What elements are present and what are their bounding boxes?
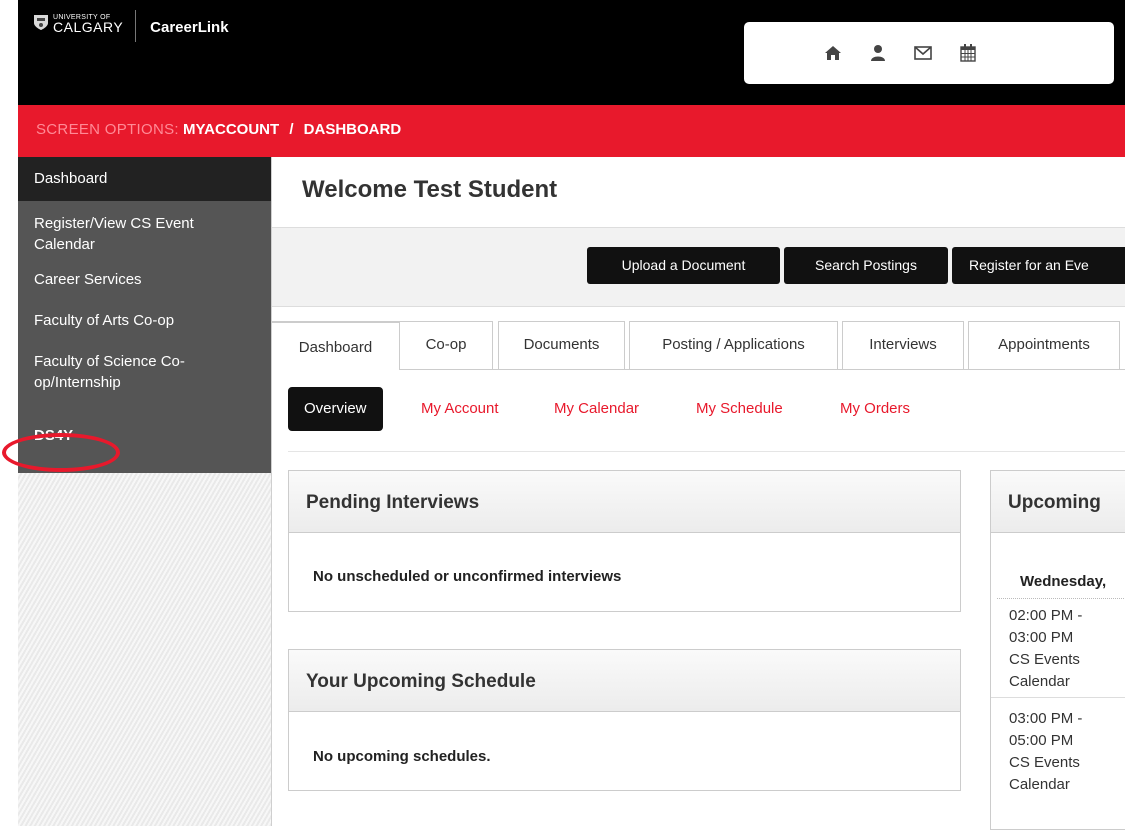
sidebar-item-cs-event-calendar[interactable]: Register/View CS Event Calendar bbox=[18, 201, 258, 265]
screen-options-link[interactable]: SCREEN OPTIONS: bbox=[36, 121, 179, 138]
panel-title: Upcoming bbox=[991, 471, 1125, 533]
panel-title: Pending Interviews bbox=[289, 471, 960, 533]
panel-title: Your Upcoming Schedule bbox=[289, 650, 960, 712]
user-icon[interactable] bbox=[855, 41, 900, 65]
sidebar-item-label: Register/View CS Event Calendar bbox=[34, 215, 194, 253]
sidebar-item-label: Faculty of Arts Co-op bbox=[34, 312, 175, 329]
subnav-my-orders[interactable]: My Orders bbox=[840, 387, 910, 431]
pending-interviews-panel: Pending Interviews No unscheduled or unc… bbox=[288, 470, 961, 612]
subnav-my-calendar[interactable]: My Calendar bbox=[554, 387, 639, 431]
sidebar-item-label: Dashboard bbox=[34, 170, 108, 187]
upcoming-schedule-panel: Your Upcoming Schedule No upcoming sched… bbox=[288, 649, 961, 791]
tab-dashboard[interactable]: Dashboard bbox=[272, 321, 400, 370]
breadcrumb-myaccount[interactable]: MYACCOUNT bbox=[183, 121, 279, 138]
breadcrumb-separator: / bbox=[289, 121, 294, 138]
event-item[interactable]: 03:00 PM - 05:00 PM CS Events Calendar bbox=[991, 698, 1125, 796]
event-end: 05:00 PM bbox=[1009, 732, 1074, 749]
breadcrumb: SCREEN OPTIONS: MYACCOUNT / DASHBOARD bbox=[36, 121, 401, 138]
event-end: 03:00 PM bbox=[1009, 629, 1074, 646]
event-calendar: Calendar bbox=[1009, 673, 1070, 690]
tab-interviews[interactable]: Interviews bbox=[842, 321, 964, 369]
quick-icon-bar bbox=[744, 22, 1114, 84]
sidebar-item-label: Faculty of Science Co-op/Internship bbox=[34, 353, 185, 391]
main-tabs: Dashboard Co-op Documents Posting / Appl… bbox=[272, 321, 1125, 370]
panel-message: No unscheduled or unconfirmed interviews bbox=[313, 568, 622, 585]
breadcrumb-dashboard: DASHBOARD bbox=[303, 121, 402, 138]
tab-posting-applications[interactable]: Posting / Applications bbox=[629, 321, 838, 369]
tab-documents[interactable]: Documents bbox=[498, 321, 625, 369]
event-item[interactable]: 02:00 PM - 03:00 PM CS Events Calendar bbox=[991, 599, 1125, 698]
app-name: CareerLink bbox=[150, 19, 229, 36]
action-bar: Upload a Document Search Postings Regist… bbox=[272, 227, 1125, 307]
shield-icon bbox=[34, 15, 48, 30]
university-logo[interactable]: UNIVERSITY OF CALGARY CareerLink bbox=[33, 10, 229, 42]
logo-divider bbox=[135, 10, 137, 42]
sidebar-item-ds4y[interactable]: DS4Y bbox=[18, 417, 271, 457]
calendar-icon[interactable] bbox=[945, 41, 990, 65]
page-title: Welcome Test Student bbox=[302, 176, 558, 203]
event-start: 03:00 PM - bbox=[1009, 710, 1083, 727]
tab-appointments[interactable]: Appointments bbox=[968, 321, 1120, 369]
sidebar-item-arts-coop[interactable]: Faculty of Arts Co-op bbox=[18, 306, 271, 345]
event-date: Wednesday, bbox=[1020, 573, 1107, 590]
sidebar-item-label: Career Services bbox=[34, 271, 142, 288]
breadcrumb-bar: SCREEN OPTIONS: MYACCOUNT / DASHBOARD bbox=[18, 105, 1125, 157]
subnav-my-schedule[interactable]: My Schedule bbox=[696, 387, 783, 431]
top-header: UNIVERSITY OF CALGARY CareerLink bbox=[18, 0, 1125, 105]
subnav-overview[interactable]: Overview bbox=[288, 387, 383, 431]
sidebar-item-career-services[interactable]: Career Services bbox=[18, 265, 271, 306]
sidebar-item-label: DS4Y bbox=[34, 427, 74, 444]
register-event-button[interactable]: Register for an Eve bbox=[952, 247, 1125, 284]
sidebar-nav: Dashboard Register/View CS Event Calenda… bbox=[18, 157, 271, 473]
subnav-my-account[interactable]: My Account bbox=[421, 387, 499, 431]
event-calendar: CS Events bbox=[1009, 651, 1080, 668]
mail-icon[interactable] bbox=[900, 41, 945, 65]
event-calendar: Calendar bbox=[1009, 776, 1070, 793]
search-postings-button[interactable]: Search Postings bbox=[784, 247, 948, 284]
university-name: CALGARY bbox=[53, 19, 124, 35]
sidebar-item-dashboard[interactable]: Dashboard bbox=[18, 157, 271, 201]
panel-message: No upcoming schedules. bbox=[313, 748, 491, 765]
home-icon[interactable] bbox=[810, 41, 855, 65]
upload-document-button[interactable]: Upload a Document bbox=[587, 247, 780, 284]
subnav-divider bbox=[288, 451, 1125, 452]
upcoming-events-panel: Upcoming Wednesday, 02:00 PM - 03:00 PM … bbox=[990, 470, 1125, 830]
sidebar-item-science-coop[interactable]: Faculty of Science Co-op/Internship bbox=[18, 345, 248, 417]
event-calendar: CS Events bbox=[1009, 754, 1080, 771]
tab-coop[interactable]: Co-op bbox=[399, 321, 493, 369]
event-start: 02:00 PM - bbox=[1009, 607, 1083, 624]
